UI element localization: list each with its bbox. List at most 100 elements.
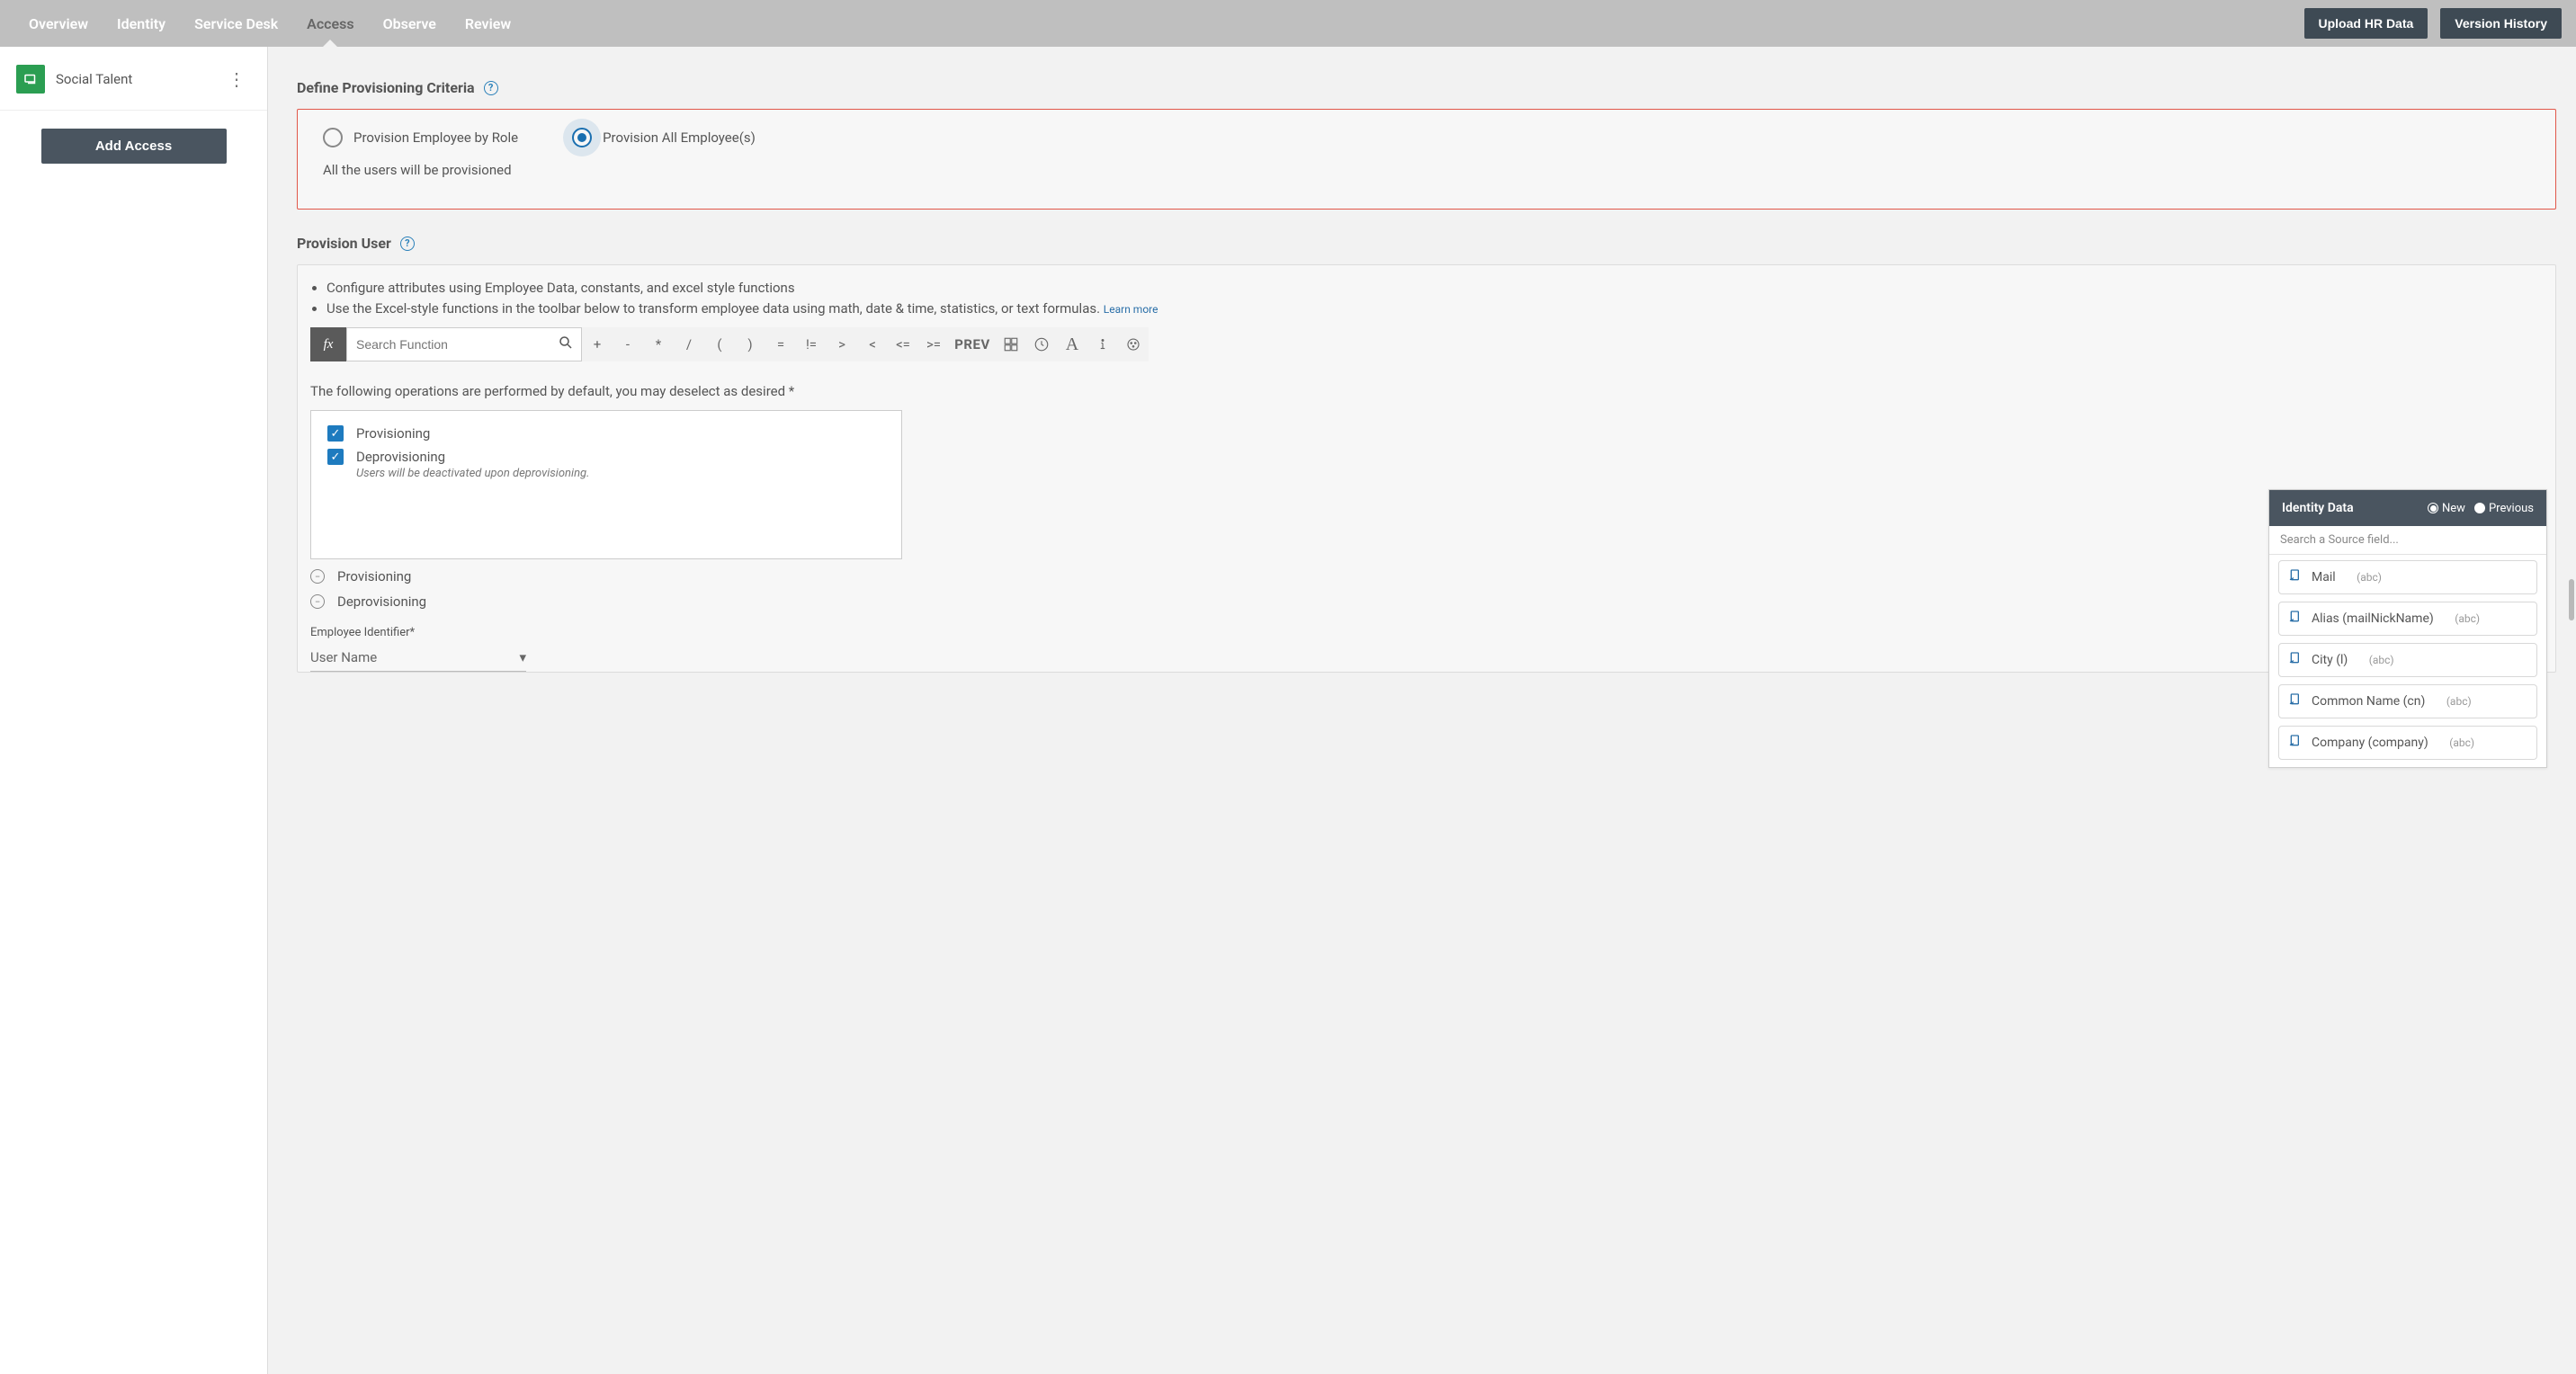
function-search[interactable] [346,327,582,361]
version-history-button[interactable]: Version History [2440,8,2562,39]
identity-field-type: (abc) [2455,612,2480,625]
radio-icon [2428,503,2438,513]
operations-box: ✓ Provisioning ✓ Deprovisioning Users wi… [310,410,902,559]
identity-field-type: (abc) [2357,571,2382,584]
op-gt[interactable]: > [827,327,857,361]
radio-all-employees[interactable]: Provision All Employee(s) [572,128,756,147]
op-rparen[interactable]: ) [735,327,765,361]
radio-previous[interactable]: Previous [2474,502,2534,515]
function-search-input[interactable] [347,337,550,352]
identity-field-label: Common Name (cn) [2312,694,2425,709]
radio-by-role[interactable]: Provision Employee by Role [323,128,518,147]
identity-field-type: (abc) [2449,736,2474,749]
help-icon[interactable]: ? [484,81,498,95]
section-deprovisioning-label: Deprovisioning [337,593,426,610]
criteria-note: All the users will be provisioned [323,162,2530,178]
identity-data-panel: Identity Data New Previous Search a Sour… [2268,489,2547,768]
help-icon[interactable]: ? [400,236,415,251]
scrollbar-thumb[interactable] [2569,579,2574,620]
operator-bar: + - * / ( ) = != > < <= >= PREV [582,327,1149,361]
app-menu-kebab-icon[interactable]: ⋮ [220,65,253,94]
main-tabs: Overview Identity Service Desk Access Ob… [14,0,525,47]
checkbox-deprovisioning-label: Deprovisioning [356,449,445,465]
search-icon[interactable] [550,335,581,355]
identity-field-label: City (l) [2312,653,2348,667]
tab-review[interactable]: Review [451,0,525,47]
checkbox-deprovisioning[interactable]: ✓ [327,449,344,465]
provision-user-label: Provision User [297,235,391,252]
radio-icon [323,128,343,147]
employee-identifier-dropdown[interactable]: User Name ▾ [310,643,526,672]
tab-service-desk[interactable]: Service Desk [180,0,292,47]
identity-field-item[interactable]: Company (company) (abc) [2278,726,2537,760]
text-category-icon[interactable]: A [1057,327,1087,361]
section-provisioning[interactable]: − Provisioning [310,568,2543,584]
identity-field-label: Alias (mailNickName) [2312,611,2434,626]
op-lte[interactable]: <= [888,327,918,361]
identity-field-type: (abc) [2369,654,2394,666]
checkbox-provisioning-label: Provisioning [356,425,430,442]
tab-access[interactable]: Access [292,0,368,47]
chevron-down-icon: ▾ [519,649,526,665]
identity-field-item[interactable]: Common Name (cn) (abc) [2278,684,2537,718]
add-access-button[interactable]: Add Access [41,129,227,164]
op-divide[interactable]: / [674,327,704,361]
radio-all-employees-label: Provision All Employee(s) [603,129,756,146]
identity-field-item[interactable]: City (l) (abc) [2278,643,2537,677]
math-category-icon[interactable] [996,327,1026,361]
define-criteria-title: Define Provisioning Criteria ? [297,79,2556,96]
main-content: Define Provisioning Criteria ? Provision… [268,47,2576,1374]
operations-note: The following operations are performed b… [310,383,2543,399]
op-lparen[interactable]: ( [704,327,735,361]
field-icon [2288,651,2303,669]
tip-item: Configure attributes using Employee Data… [326,278,2543,299]
provision-user-panel: Configure attributes using Employee Data… [297,264,2556,673]
tab-identity[interactable]: Identity [103,0,180,47]
op-prev[interactable]: PREV [949,327,996,361]
app-logo-icon [16,65,45,94]
op-eq[interactable]: = [765,327,796,361]
identity-field-item[interactable]: Alias (mailNickName) (abc) [2278,602,2537,636]
radio-new[interactable]: New [2428,502,2465,515]
section-deprovisioning[interactable]: − Deprovisioning [310,593,2543,610]
op-gte[interactable]: >= [918,327,949,361]
op-lt[interactable]: < [857,327,888,361]
section-provisioning-label: Provisioning [337,568,411,584]
datetime-category-icon[interactable] [1026,327,1057,361]
identity-field-item[interactable]: Mail (abc) [2278,560,2537,594]
radio-new-label: New [2442,502,2465,515]
sidebar: Social Talent ⋮ Add Access [0,47,268,1374]
identity-field-list: Mail (abc) Alias (mailNickName) (abc) Ci… [2269,555,2546,767]
radio-previous-label: Previous [2489,502,2534,515]
tip-text: Use the Excel-style functions in the too… [326,300,1100,317]
identity-search-input[interactable]: Search a Source field... [2269,526,2546,555]
identity-field-type: (abc) [2446,695,2472,708]
provision-user-title: Provision User ? [297,235,2556,252]
tab-overview[interactable]: Overview [14,0,103,47]
info-category-icon[interactable] [1087,327,1118,361]
op-multiply[interactable]: * [643,327,674,361]
identity-data-title: Identity Data [2282,501,2419,515]
fx-icon: fx [310,327,346,361]
radio-icon [2474,503,2485,513]
deprovisioning-note: Users will be deactivated upon deprovisi… [356,467,589,480]
criteria-panel: Provision Employee by Role Provision All… [297,109,2556,210]
identity-field-label: Company (company) [2312,736,2428,750]
field-icon [2288,610,2303,628]
learn-more-link[interactable]: Learn more [1104,303,1158,316]
collapse-icon[interactable]: − [310,594,325,609]
logic-category-icon[interactable] [1118,327,1149,361]
upload-hr-data-button[interactable]: Upload HR Data [2304,8,2428,39]
checkbox-provisioning[interactable]: ✓ [327,425,344,442]
op-minus[interactable]: - [613,327,643,361]
define-criteria-label: Define Provisioning Criteria [297,79,475,96]
tab-observe[interactable]: Observe [369,0,451,47]
collapse-icon[interactable]: − [310,569,325,584]
top-navbar: Overview Identity Service Desk Access Ob… [0,0,2576,47]
radio-by-role-label: Provision Employee by Role [353,129,518,146]
op-plus[interactable]: + [582,327,613,361]
field-icon [2288,568,2303,586]
tip-item: Use the Excel-style functions in the too… [326,299,2543,319]
tips-list: Configure attributes using Employee Data… [310,278,2543,318]
op-neq[interactable]: != [796,327,827,361]
